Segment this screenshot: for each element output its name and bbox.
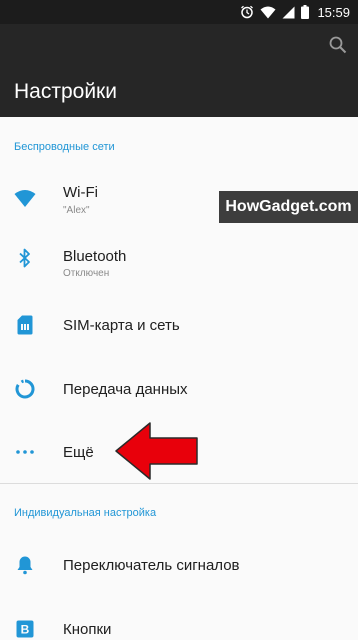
toolbar: Настройки: [0, 24, 358, 117]
settings-item-bluetooth[interactable]: Bluetooth Отключен: [0, 228, 358, 288]
settings-item-data-usage-title: Передача данных: [63, 381, 188, 398]
status-time: 15:59: [317, 4, 350, 20]
section-header-personalization: Индивидуальная настройка: [14, 507, 157, 519]
section-header-wireless: Беспроводные сети: [14, 141, 115, 153]
bluetooth-icon: [14, 247, 36, 269]
red-arrow-annotation: [115, 422, 198, 480]
status-bar: 15:59: [0, 0, 358, 24]
settings-item-more-title: Ещё: [63, 444, 94, 461]
search-icon: [329, 36, 347, 54]
more-dots-icon: [14, 441, 36, 463]
settings-item-bluetooth-title: Bluetooth: [63, 248, 127, 265]
watermark: HowGadget.com: [219, 191, 358, 223]
settings-item-alert-slider-title: Переключатель сигналов: [63, 557, 240, 574]
search-button[interactable]: [328, 35, 348, 55]
settings-item-buttons-title: Кнопки: [63, 621, 112, 638]
settings-item-wifi-subtitle: "Alex": [63, 205, 90, 216]
svg-text:B: B: [21, 623, 30, 637]
data-usage-icon: [14, 378, 36, 400]
settings-item-alert-slider[interactable]: Переключатель сигналов: [0, 535, 358, 595]
battery-icon: [301, 5, 310, 19]
settings-item-wifi-title: Wi-Fi: [63, 184, 98, 201]
settings-item-bluetooth-subtitle: Отключен: [63, 268, 110, 279]
page-title: Настройки: [14, 80, 117, 103]
settings-item-sim[interactable]: SIM-карта и сеть: [0, 295, 358, 355]
signal-icon: [282, 6, 295, 18]
section-divider: [0, 483, 358, 484]
sim-card-icon: [14, 314, 36, 336]
buttons-icon: B: [14, 618, 36, 640]
settings-item-data-usage[interactable]: Передача данных: [0, 359, 358, 419]
wifi-icon: [14, 188, 36, 210]
alarm-icon: [241, 5, 254, 19]
alert-slider-icon: [14, 554, 36, 576]
wifi-icon: [260, 6, 276, 18]
settings-item-sim-title: SIM-карта и сеть: [63, 317, 180, 334]
settings-item-buttons[interactable]: B Кнопки: [0, 599, 358, 640]
